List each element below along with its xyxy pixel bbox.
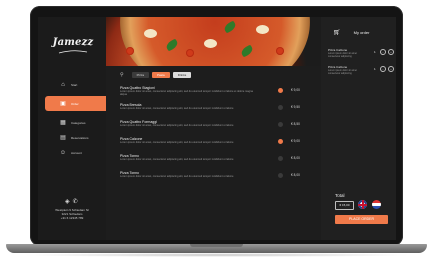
tomato-shape xyxy=(126,47,134,55)
cart-icon: 🛒︎ xyxy=(333,30,341,36)
laptop-shadow xyxy=(20,253,413,257)
item-price: € 9,00 xyxy=(291,139,300,143)
sidebar-item-label: Order xyxy=(71,101,79,106)
select-radio[interactable] xyxy=(278,156,283,161)
mozzarella-shape xyxy=(256,25,269,34)
english-flag-icon[interactable] xyxy=(358,200,367,209)
order-line: Pizza Calzone Lorem ipsum dolor sit amet… xyxy=(328,65,394,75)
select-radio[interactable] xyxy=(278,88,283,93)
filter-chip-pasta[interactable]: Pasta xyxy=(152,71,170,78)
sidebar-item-account[interactable]: ☺ Account xyxy=(38,145,106,160)
sidebar-item-categories[interactable]: ▦ Categories xyxy=(38,115,106,130)
select-radio[interactable] xyxy=(278,139,283,144)
address-line: +31 6 12345 789 xyxy=(60,216,84,220)
place-order-button[interactable]: PLACE ORDER xyxy=(335,215,388,224)
item-description: Lorem ipsum dolor sit amet, consectetur … xyxy=(120,175,234,178)
user-icon: ☺ xyxy=(59,149,67,156)
filter-chip-drinks[interactable]: Drinks xyxy=(172,71,192,78)
item-description: Lorem ipsum dolor sit amet, consectetur … xyxy=(120,90,253,96)
tomato-shape xyxy=(276,47,284,55)
logo: Jamezz xyxy=(52,37,94,48)
list-item[interactable]: Pizza Quattro Formaggi Lorem ipsum dolor… xyxy=(120,120,310,132)
increase-qty-button[interactable]: + xyxy=(388,66,394,72)
language-flag-icon[interactable] xyxy=(372,200,381,209)
order-item-qty: 1 xyxy=(374,50,376,54)
select-radio[interactable] xyxy=(278,105,283,110)
item-description: Lorem ipsum dolor sit amet, consectetur … xyxy=(120,107,234,110)
item-description: Lorem ipsum dolor sit amet, consectetur … xyxy=(120,141,234,144)
item-description: Lorem ipsum dolor sit amet, consectetur … xyxy=(120,124,234,127)
bag-icon: ▣ xyxy=(60,100,66,107)
total-label: Total xyxy=(335,193,345,198)
list-item[interactable]: Pizza Tonno Lorem ipsum dolor sit amet, … xyxy=(120,171,310,183)
select-radio[interactable] xyxy=(278,122,283,127)
decrease-qty-button[interactable]: − xyxy=(380,49,386,55)
item-price: € 8,00 xyxy=(291,156,300,160)
category-filters: ⚲ Pizza Pasta Drinks xyxy=(120,71,192,78)
filter-chip-pizza[interactable]: Pizza xyxy=(131,71,150,78)
mozzarella-shape xyxy=(144,29,157,38)
decrease-qty-button[interactable]: − xyxy=(380,66,386,72)
order-panel: 🛒︎ My order Pizza Calzone Lorem ipsum do… xyxy=(321,17,396,240)
grid-icon: ▦ xyxy=(60,119,66,126)
list-item[interactable]: Pizza Tonno Lorem ipsum dolor sit amet, … xyxy=(120,154,310,166)
list-item[interactable]: Pizza Bresola Lorem ipsum dolor sit amet… xyxy=(120,103,310,115)
sidebar-item-label: Reservations xyxy=(71,135,89,140)
sidebar-item-start[interactable]: ⌂ Start xyxy=(38,77,106,92)
select-radio[interactable] xyxy=(278,173,283,178)
sidebar-item-order[interactable]: ▣ Order xyxy=(45,96,106,111)
item-price: € 8,50 xyxy=(291,122,300,126)
app-screen: Jamezz ⌂ Start ▣ Order ▦ Categories ▤ Re… xyxy=(38,17,396,240)
social-links: ◈✆ xyxy=(65,198,81,205)
calendar-icon: ▤ xyxy=(60,134,66,141)
increase-qty-button[interactable]: + xyxy=(388,49,394,55)
total-value: € 15,00 xyxy=(335,201,354,210)
sidebar-item-reservations[interactable]: ▤ Reservations xyxy=(38,130,106,145)
order-header: 🛒︎ My order xyxy=(333,29,393,36)
order-line: Pizza Calzone Lorem ipsum dolor sit amet… xyxy=(328,48,394,58)
item-description: Lorem ipsum dolor sit amet, consectetur … xyxy=(120,158,234,161)
item-price: € 9,00 xyxy=(291,88,300,92)
item-price: € 9,50 xyxy=(291,105,300,109)
laptop-notch xyxy=(190,244,243,247)
logo-swoosh-icon xyxy=(58,50,88,54)
phone-icon[interactable]: ✆ xyxy=(73,199,81,205)
sidebar: Jamezz ⌂ Start ▣ Order ▦ Categories ▤ Re… xyxy=(38,17,106,240)
location-icon[interactable]: ◈ xyxy=(65,199,73,205)
order-item-qty: 1 xyxy=(374,67,376,71)
sidebar-item-label: Categories xyxy=(71,120,86,125)
filter-icon[interactable]: ⚲ xyxy=(120,72,124,78)
order-title: My order xyxy=(353,30,370,35)
tomato-shape xyxy=(186,49,194,57)
item-price: € 8,00 xyxy=(291,173,300,177)
hero-pizza-image xyxy=(106,17,321,66)
sidebar-item-label: Account xyxy=(71,150,82,155)
sidebar-item-label: Start xyxy=(71,82,78,87)
order-item-description: Lorem ipsum dolor sit amet consectetur a… xyxy=(328,51,357,58)
home-icon: ⌂ xyxy=(61,81,65,88)
address: Westplein 9 Schiedam Nl 3221 Schiedam +3… xyxy=(38,208,106,220)
list-item[interactable]: Pizza Quattro Stagioni Lorem ipsum dolor… xyxy=(120,86,310,98)
order-item-description: Lorem ipsum dolor sit amet consectetur a… xyxy=(328,68,357,75)
mozzarella-shape xyxy=(204,39,217,48)
list-item[interactable]: Pizza Calzone Lorem ipsum dolor sit amet… xyxy=(120,137,310,149)
